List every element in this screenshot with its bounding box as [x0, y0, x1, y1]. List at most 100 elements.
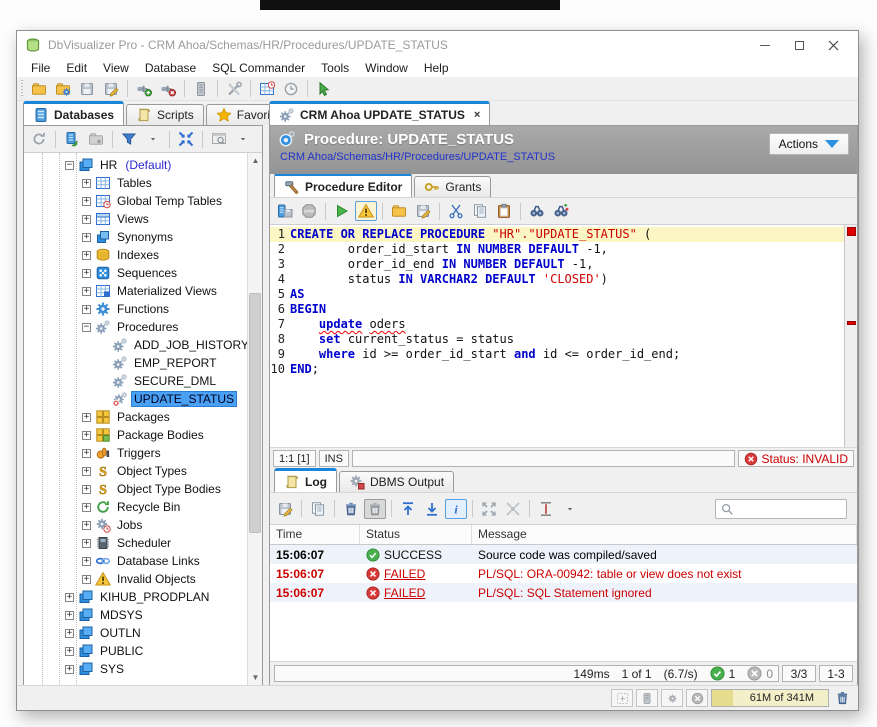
caret-button[interactable] — [232, 129, 254, 149]
tree-expand-toggle[interactable]: + — [82, 233, 91, 242]
tree-item-materialized-views[interactable]: +Materialized Views — [24, 282, 247, 300]
log-row[interactable]: 15:06:07 FAILED PL/SQL: SQL Statement ig… — [270, 583, 857, 602]
tree-item-indexes[interactable]: +Indexes — [24, 246, 247, 264]
tree-item-object-types[interactable]: +SObject Types — [24, 462, 247, 480]
tree-item-kihub-prodplan[interactable]: +KIHUB_PRODPLAN — [24, 588, 247, 606]
close-tab-icon[interactable]: × — [474, 109, 480, 121]
tree-expand-toggle[interactable]: + — [82, 467, 91, 476]
tree-expand-toggle[interactable]: + — [82, 413, 91, 422]
clear-on-execute-button[interactable] — [364, 499, 386, 519]
tab-procedure-editor[interactable]: Procedure Editor — [274, 173, 412, 197]
warnings-button[interactable] — [355, 201, 377, 221]
stop-button[interactable]: STOP — [298, 201, 320, 221]
sql-editor[interactable]: 1CREATE OR REPLACE PROCEDURE "HR"."UPDAT… — [270, 225, 857, 447]
tree-expand-toggle[interactable]: + — [82, 197, 91, 206]
tab-crm-ahoa-update-status[interactable]: CRM Ahoa UPDATE_STATUS× — [269, 101, 490, 125]
code-line[interactable]: 10END; — [270, 362, 844, 377]
tree-expand-toggle[interactable]: + — [65, 647, 74, 656]
tree-scrollbar[interactable]: ▲ ▼ — [247, 153, 262, 685]
scroll-top-button[interactable] — [397, 499, 419, 519]
tree-item-package-bodies[interactable]: +Package Bodies — [24, 426, 247, 444]
garbage-collect-button[interactable] — [832, 690, 852, 706]
save-as-button[interactable] — [412, 201, 434, 221]
clear-button[interactable] — [340, 499, 362, 519]
save-as-button[interactable] — [100, 79, 122, 99]
tree-item-database-links[interactable]: +Database Links — [24, 552, 247, 570]
tree-expand-toggle[interactable]: − — [82, 323, 91, 332]
execute-cursor-button[interactable] — [313, 79, 335, 99]
tree-item-triggers[interactable]: +Triggers — [24, 444, 247, 462]
tree-item-scheduler[interactable]: +Scheduler — [24, 534, 247, 552]
menu-sql-commander[interactable]: SQL Commander — [204, 60, 313, 76]
database-server-button[interactable] — [190, 79, 212, 99]
tree-expand-toggle[interactable]: + — [82, 251, 91, 260]
menu-view[interactable]: View — [95, 60, 137, 76]
tree-item-mdsys[interactable]: +MDSYS — [24, 606, 247, 624]
tab-scripts[interactable]: Scripts — [126, 104, 204, 125]
create-connection-button[interactable] — [61, 129, 83, 149]
tree-item-global-temp-tables[interactable]: +Global Temp Tables — [24, 192, 247, 210]
tree-expand-toggle[interactable]: + — [82, 503, 91, 512]
actions-button[interactable]: Actions — [769, 133, 849, 155]
tree-item-sys[interactable]: +SYS — [24, 660, 247, 678]
error-stripe[interactable] — [844, 225, 857, 447]
tab-log[interactable]: Log — [274, 468, 337, 492]
error-marker[interactable] — [847, 321, 856, 325]
tree-expand-toggle[interactable]: + — [82, 269, 91, 278]
show-in-window-button[interactable] — [208, 129, 230, 149]
row-height-button[interactable] — [535, 499, 557, 519]
tree-expand-toggle[interactable]: + — [82, 305, 91, 314]
tree-item-emp-report[interactable]: EMP_REPORT — [24, 354, 247, 372]
tree-expand-toggle[interactable]: + — [82, 215, 91, 224]
code-line[interactable]: 7 update oders — [270, 317, 844, 332]
code-line[interactable]: 5AS — [270, 287, 844, 302]
close-button[interactable] — [816, 33, 850, 57]
save-button[interactable] — [76, 79, 98, 99]
scroll-bottom-button[interactable] — [421, 499, 443, 519]
paste-button[interactable] — [493, 201, 515, 221]
tree-item-secure-dml[interactable]: SECURE_DML — [24, 372, 247, 390]
tab-dbms-output[interactable]: DBMS Output — [339, 471, 454, 492]
tree-expand-toggle[interactable]: + — [65, 665, 74, 674]
code-line[interactable]: 8 set current_status = status — [270, 332, 844, 347]
tree-expand-toggle[interactable]: + — [82, 485, 91, 494]
tree-item-update-status[interactable]: UPDATE_STATUS — [24, 390, 247, 408]
column-header-status[interactable]: Status — [360, 525, 472, 544]
disconnect-button[interactable] — [157, 79, 179, 99]
collapse-rows-button[interactable] — [502, 499, 524, 519]
tree-item-jobs[interactable]: +Jobs — [24, 516, 247, 534]
menu-edit[interactable]: Edit — [58, 60, 95, 76]
tree-expand-toggle[interactable]: + — [82, 539, 91, 548]
tree-item-synonyms[interactable]: +Synonyms — [24, 228, 247, 246]
error-status-button[interactable] — [686, 689, 708, 707]
menu-help[interactable]: Help — [416, 60, 457, 76]
tree-item-object-type-bodies[interactable]: +SObject Type Bodies — [24, 480, 247, 498]
info-button[interactable]: i — [445, 499, 467, 519]
search-input[interactable] — [737, 502, 842, 516]
tree-expand-toggle[interactable]: + — [65, 611, 74, 620]
filter-button[interactable] — [118, 129, 140, 149]
tree-item-functions[interactable]: +Functions — [24, 300, 247, 318]
cut-button[interactable] — [445, 201, 467, 221]
code-line[interactable]: 1CREATE OR REPLACE PROCEDURE "HR"."UPDAT… — [270, 227, 844, 242]
open-folder-button[interactable] — [388, 201, 410, 221]
scrollbar-thumb[interactable] — [249, 293, 261, 533]
refresh-button[interactable] — [28, 129, 50, 149]
tree-expand-toggle[interactable]: + — [82, 449, 91, 458]
minimize-button[interactable] — [748, 33, 782, 57]
tree-expand-toggle[interactable]: + — [82, 557, 91, 566]
menu-tools[interactable]: Tools — [313, 60, 357, 76]
toolbar-grip[interactable] — [21, 80, 23, 98]
expand-all-button[interactable] — [478, 499, 500, 519]
breadcrumb[interactable]: CRM Ahoa/Schemas/HR/Procedures/UPDATE_ST… — [280, 151, 849, 163]
log-row[interactable]: 15:06:07 SUCCESS Source code was compile… — [270, 545, 857, 564]
tree-item-packages[interactable]: +Packages — [24, 408, 247, 426]
menu-file[interactable]: File — [23, 60, 58, 76]
tree-expand-toggle[interactable]: + — [82, 575, 91, 584]
code-line[interactable]: 2 order_id_start IN NUMBER DEFAULT -1, — [270, 242, 844, 257]
connect-button[interactable] — [133, 79, 155, 99]
open-folder-button[interactable] — [28, 79, 50, 99]
grid-monitor-button[interactable] — [256, 79, 278, 99]
scrollbar-up-icon[interactable]: ▲ — [248, 153, 263, 168]
tree-expand-toggle[interactable]: + — [82, 287, 91, 296]
